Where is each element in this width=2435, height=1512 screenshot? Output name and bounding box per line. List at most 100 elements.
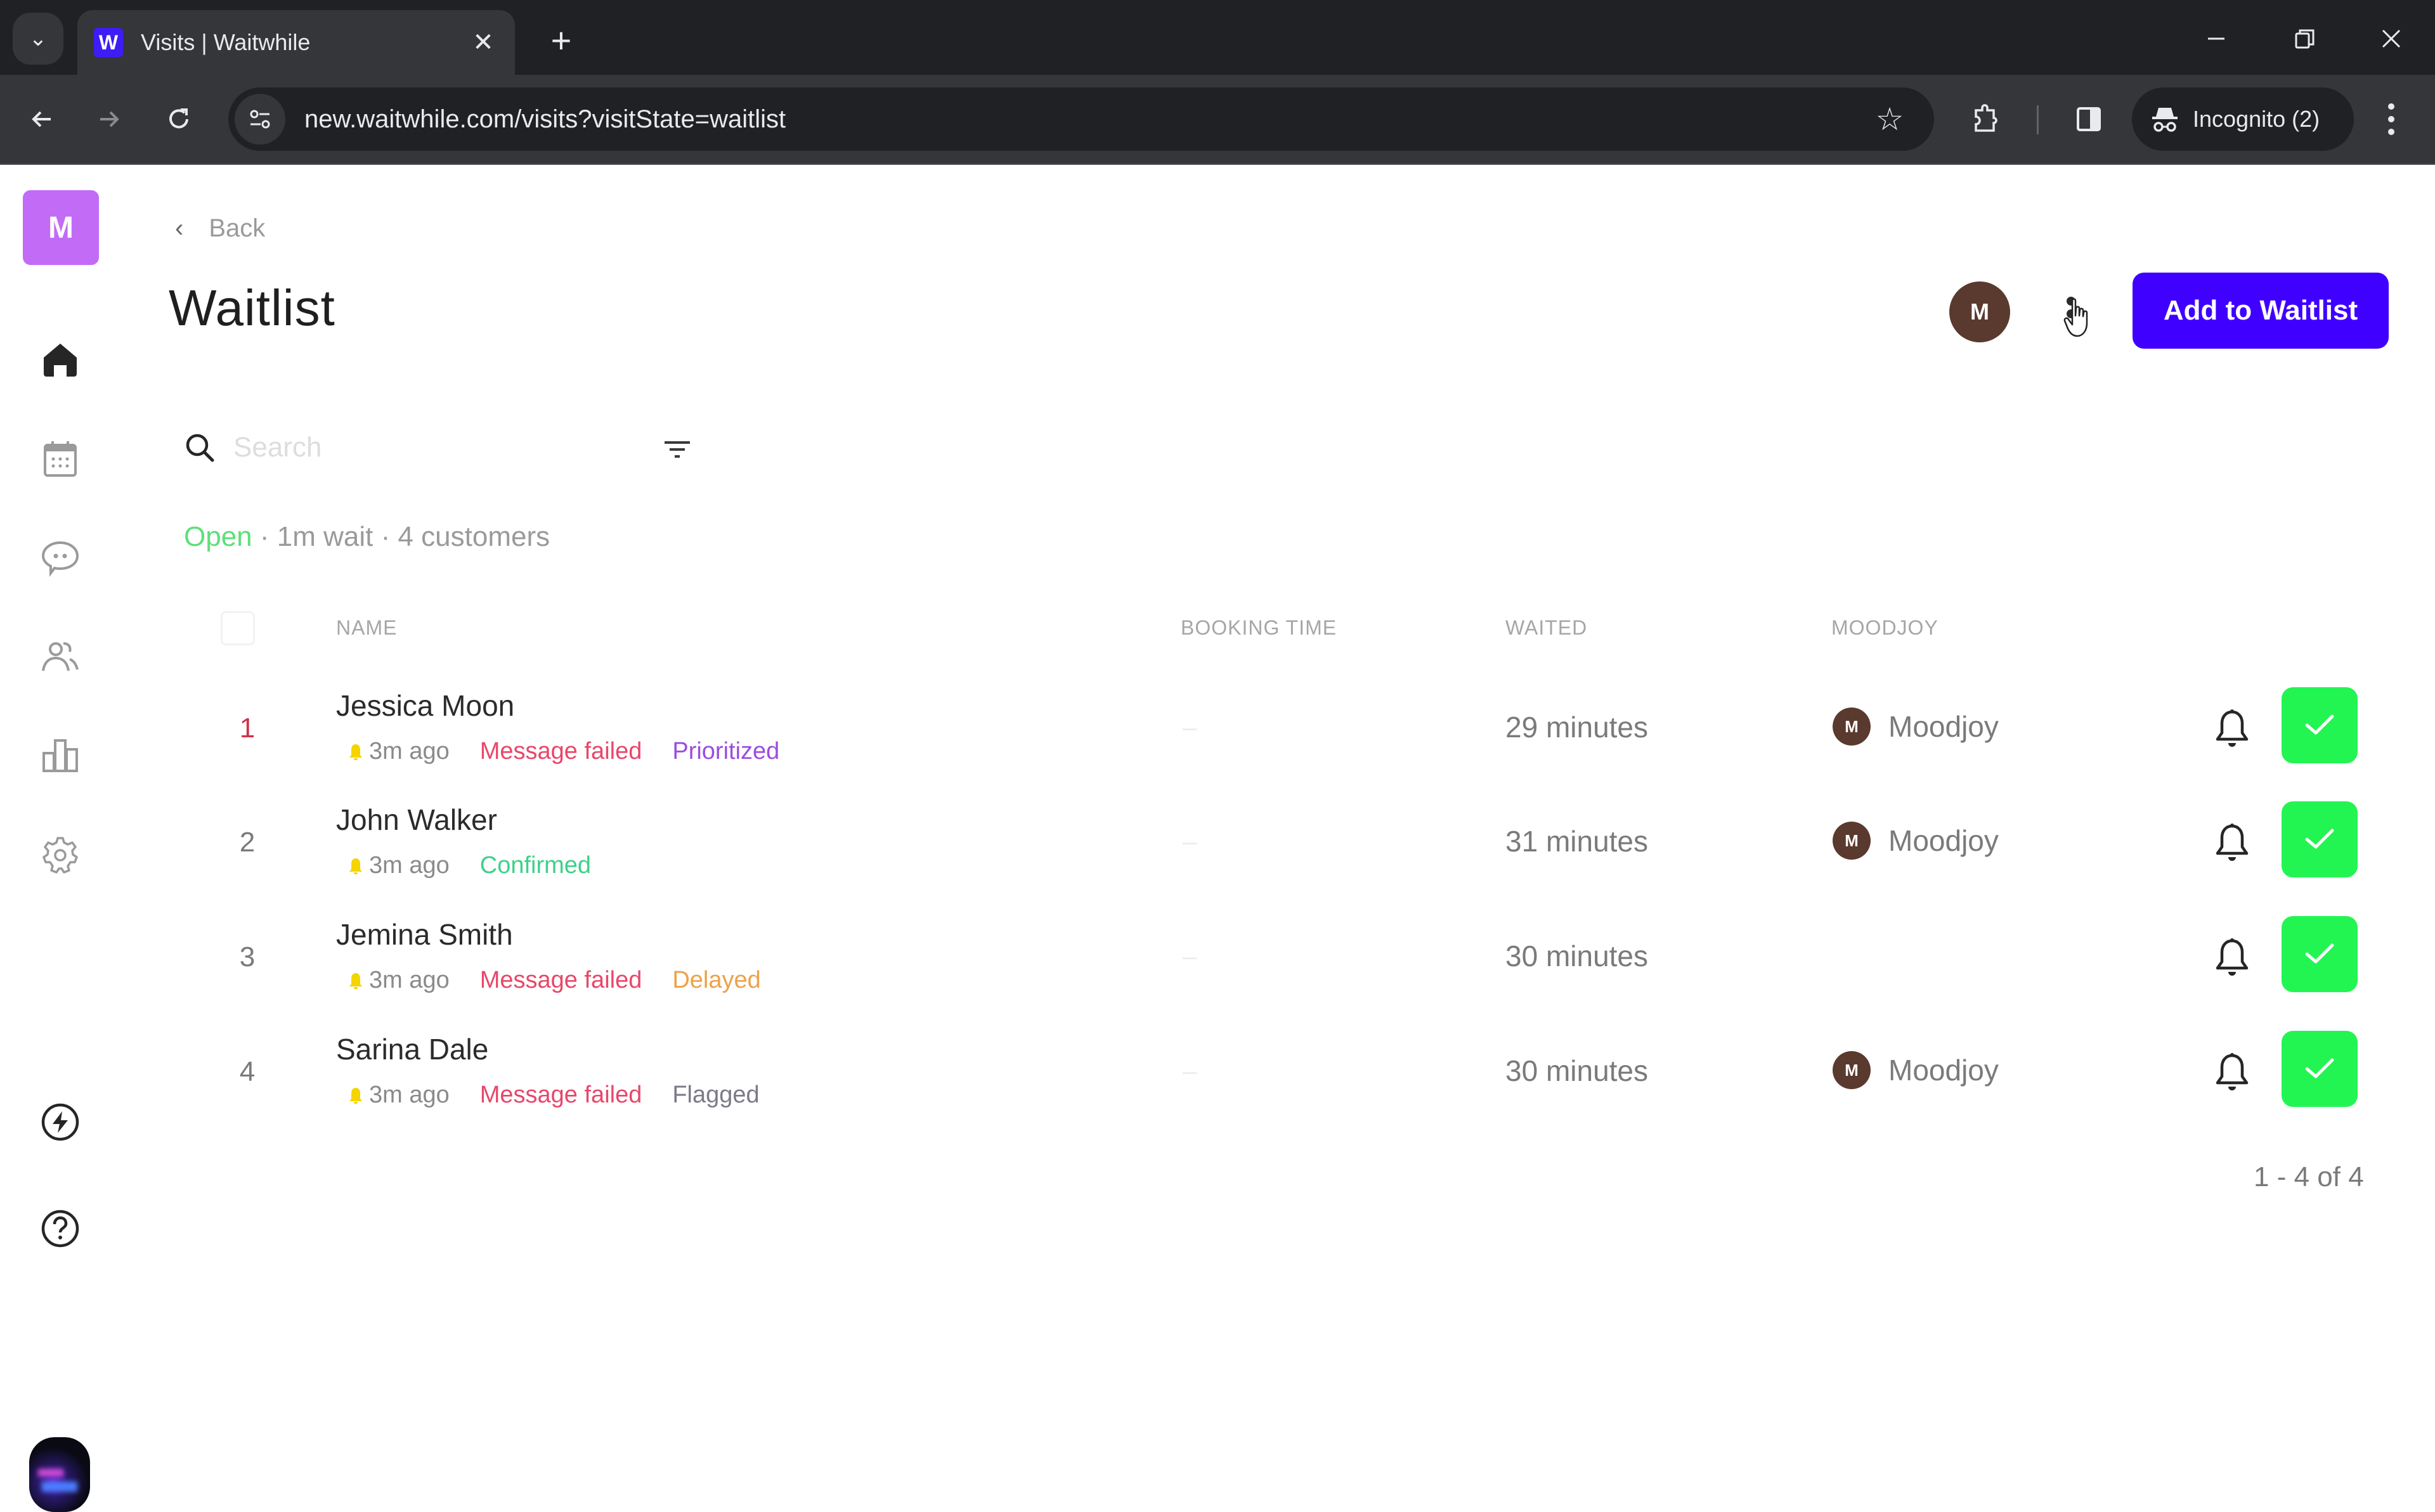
close-icon (2382, 29, 2401, 48)
back-nav-button[interactable] (16, 94, 67, 145)
provider-cell: M Moodjoy (1833, 1051, 1999, 1089)
status-tag: Flagged (672, 1082, 760, 1108)
customer-name[interactable]: Jessica Moon (336, 688, 514, 723)
column-header-waited[interactable]: WAITED (1505, 616, 1587, 640)
notify-button[interactable] (2207, 704, 2257, 754)
extensions-button[interactable] (1961, 94, 2011, 145)
chevron-down-icon: ⌄ (29, 27, 48, 51)
site-info-button[interactable] (235, 94, 285, 145)
table-row[interactable]: 4 Sarina Dale 3m ago Message failed Flagg… (165, 1028, 2397, 1142)
customer-name[interactable]: Jemina Smith (336, 917, 513, 952)
column-header-booking-time[interactable]: BOOKING TIME (1181, 616, 1337, 640)
open-status: Open (184, 521, 252, 552)
column-header-name[interactable]: NAME (336, 616, 397, 640)
whats-new-button[interactable] (35, 1097, 86, 1147)
filter-button[interactable] (659, 432, 695, 468)
arrow-left-icon (32, 111, 51, 127)
serve-button[interactable] (2282, 687, 2358, 763)
customer-name[interactable]: Sarina Dale (336, 1032, 488, 1066)
table-row[interactable]: 3 Jemina Smith 3m ago Message failed Dela… (165, 914, 2397, 1028)
close-tab-button[interactable]: ✕ (468, 28, 498, 57)
browser-menu-button[interactable] (2369, 94, 2413, 145)
profile-label: Incognito (2) (2193, 106, 2320, 132)
search-input[interactable] (233, 432, 614, 463)
url-text[interactable]: new.waitwhile.com/visits?visitState=wait… (304, 105, 1864, 134)
sidebar-item-analytics[interactable] (35, 730, 86, 781)
help-button[interactable] (35, 1203, 86, 1254)
minimize-icon (2208, 37, 2224, 40)
address-bar[interactable]: new.waitwhile.com/visits?visitState=wait… (228, 87, 1934, 151)
add-to-waitlist-button[interactable]: Add to Waitlist (2133, 273, 2389, 349)
queue-position: 1 (239, 713, 256, 744)
waited-time: 30 minutes (1505, 940, 1649, 972)
sidebar-item-settings[interactable] (35, 829, 86, 880)
search-icon (186, 434, 214, 462)
status-separator: · (373, 521, 398, 552)
status-tag: Message failed (479, 967, 642, 993)
wait-time: 1m wait (276, 521, 373, 552)
notified-time: 3m ago (369, 1082, 450, 1108)
provider-avatar: M (1833, 1051, 1871, 1089)
side-panel-button[interactable] (2063, 94, 2114, 145)
notify-button[interactable] (2207, 933, 2257, 983)
page-title: Waitlist (169, 280, 335, 336)
filter-icon (665, 441, 690, 458)
plus-icon: + (550, 20, 572, 60)
table-row[interactable]: 1 Jessica Moon 3m ago Message failed Prio… (165, 685, 2397, 799)
tab-search-button[interactable]: ⌄ (13, 13, 63, 65)
user-profile-avatar[interactable] (29, 1437, 90, 1512)
puzzle-icon (1975, 104, 1997, 132)
chat-icon (41, 541, 79, 577)
minimize-button[interactable] (2188, 16, 2245, 61)
serve-button[interactable] (2282, 916, 2358, 992)
status-separator: · (252, 521, 277, 552)
provider-cell: M Moodjoy (1833, 708, 1999, 746)
serve-button[interactable] (2282, 1031, 2358, 1107)
back-link[interactable]: ‹ Back (175, 214, 265, 243)
bell-filled-icon (349, 744, 362, 760)
sidebar-item-home[interactable] (35, 335, 86, 385)
app-sidebar: M (0, 166, 120, 1512)
bell-icon (2216, 1053, 2249, 1090)
restore-button[interactable] (2276, 16, 2334, 61)
visit-meta: 3m ago Message failed Flagged (349, 1082, 790, 1109)
incognito-icon (2152, 108, 2178, 132)
sidebar-item-customers[interactable] (35, 631, 86, 682)
forward-nav-button[interactable] (84, 94, 134, 145)
queue-position: 4 (239, 1056, 256, 1087)
close-window-button[interactable] (2363, 16, 2420, 61)
column-header-provider[interactable]: MOODJOY (1831, 616, 1938, 640)
more-vertical-icon (2388, 103, 2394, 135)
incognito-profile-button[interactable]: Incognito (2) (2132, 87, 2354, 151)
reload-icon (169, 108, 188, 129)
sidebar-item-calendar[interactable] (35, 434, 86, 484)
new-tab-button[interactable]: + (539, 18, 583, 62)
notify-button[interactable] (2207, 818, 2257, 869)
home-icon (44, 344, 77, 377)
browser-tab-active[interactable]: W Visits | Waitwhile ✕ (77, 10, 515, 75)
side-panel-icon (2077, 107, 2101, 131)
back-label: Back (209, 214, 266, 242)
star-icon: ☆ (1875, 101, 1904, 137)
customer-name[interactable]: John Walker (336, 803, 497, 837)
status-tag: Message failed (479, 738, 642, 765)
org-logo[interactable]: M (23, 190, 99, 265)
status-tag: Prioritized (672, 738, 780, 765)
waitwhile-favicon-icon: W (94, 28, 123, 57)
table-row[interactable]: 2 John Walker 3m ago Confirmed – 31 minu… (165, 799, 2397, 913)
serve-button[interactable] (2282, 801, 2358, 877)
sidebar-item-messages[interactable] (35, 533, 86, 583)
current-user-avatar[interactable]: M (1949, 281, 2010, 342)
notified-time: 3m ago (369, 852, 450, 879)
reload-button[interactable] (153, 94, 204, 145)
gear-icon (42, 837, 78, 874)
provider-avatar: M (1833, 708, 1871, 746)
tune-icon (250, 110, 270, 129)
check-icon (2305, 943, 2334, 964)
chevron-left-icon: ‹ (175, 214, 184, 242)
bell-filled-icon (349, 858, 362, 874)
notify-button[interactable] (2207, 1047, 2257, 1098)
select-all-checkbox[interactable] (221, 611, 255, 645)
bookmark-button[interactable]: ☆ (1864, 94, 1915, 145)
booking-time: – (1183, 714, 1197, 742)
